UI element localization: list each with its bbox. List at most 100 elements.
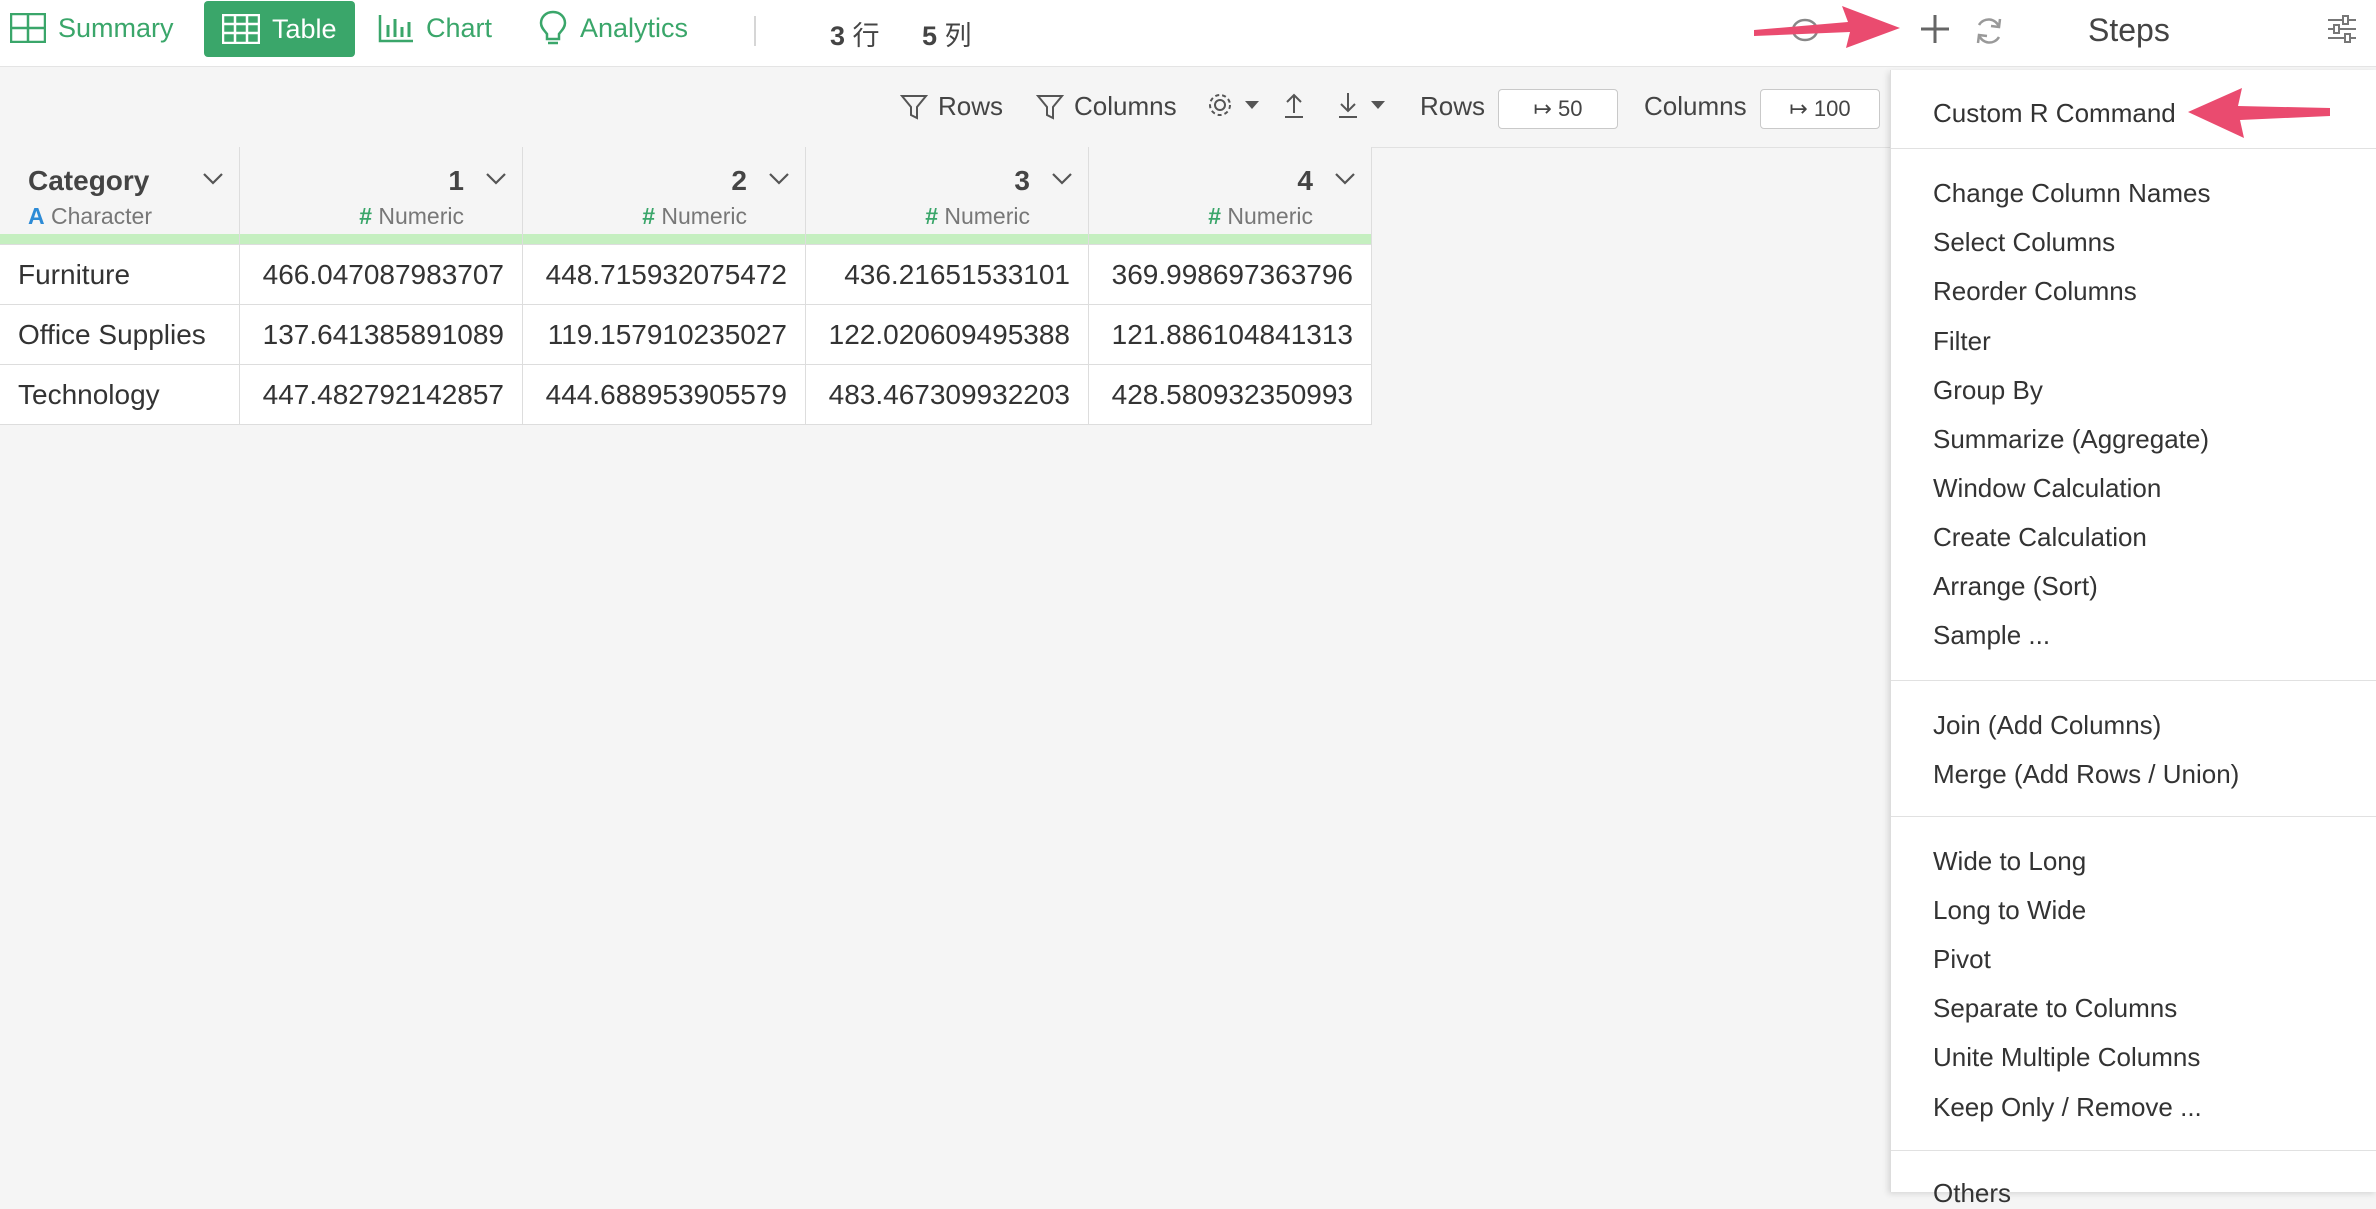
upload-icon <box>1285 93 1303 118</box>
menu-item-summarize[interactable]: Summarize (Aggregate) <box>1933 424 2209 455</box>
table-cell[interactable]: 369.998697363796 <box>1089 245 1372 305</box>
columns-filter-button[interactable]: Columns <box>1036 91 1177 122</box>
bar-chart-icon <box>378 13 414 43</box>
tab-table[interactable]: Table <box>204 1 355 57</box>
menu-item-pivot[interactable]: Pivot <box>1933 944 1991 975</box>
table-cell[interactable]: 483.467309932203 <box>806 365 1089 425</box>
gear-menu-button[interactable] <box>1206 91 1270 119</box>
settings-sliders-icon[interactable] <box>2326 14 2358 49</box>
download-button[interactable] <box>1336 91 1396 119</box>
add-step-menu: Custom R Command Change Column Names Sel… <box>1890 70 2376 1208</box>
menu-item-filter[interactable]: Filter <box>1933 326 1991 357</box>
table-cell[interactable]: 137.641385891089 <box>240 305 523 365</box>
tab-analytics-label: Analytics <box>580 12 689 43</box>
table-cell[interactable]: 466.047087983707 <box>240 245 523 305</box>
caret-down-icon <box>1371 101 1385 109</box>
caret-down-icon <box>1245 101 1259 109</box>
menu-item-arrange[interactable]: Arrange (Sort) <box>1933 571 2098 602</box>
numeric-type-icon: # <box>359 203 372 229</box>
add-step-icon[interactable] <box>1918 12 1952 51</box>
menu-item-wide-to-long[interactable]: Wide to Long <box>1933 846 2086 877</box>
table-toolbar: Rows Columns Rows ↦ 50 Columns ↦ 100 <box>0 67 1890 148</box>
table-cell[interactable]: 122.020609495388 <box>806 305 1089 365</box>
menu-item-long-to-wide[interactable]: Long to Wide <box>1933 895 2086 926</box>
table-cell[interactable]: 436.21651533101 <box>806 245 1089 305</box>
tab-summary-label: Summary <box>58 12 174 43</box>
chevron-down-icon[interactable] <box>767 171 791 192</box>
annotation-arrow-icon <box>2188 84 2330 149</box>
annotation-arrow-icon <box>1754 2 1904 69</box>
menu-item-select-columns[interactable]: Select Columns <box>1933 227 2115 258</box>
column-header-category[interactable]: Category A Character <box>0 147 240 245</box>
character-type-icon: A <box>28 203 45 229</box>
menu-item-separate-to-columns[interactable]: Separate to Columns <box>1933 993 2177 1024</box>
numeric-type-icon: # <box>642 203 655 229</box>
table-cell[interactable]: 444.688953905579 <box>523 365 806 425</box>
menu-divider <box>1891 1150 2376 1151</box>
menu-item-window-calculation[interactable]: Window Calculation <box>1933 473 2161 504</box>
chevron-down-icon[interactable] <box>1050 171 1074 192</box>
quality-bar <box>523 234 805 244</box>
column-type: Numeric <box>378 203 464 229</box>
rows-filter-button[interactable]: Rows <box>900 91 1003 122</box>
column-count-value: 5 <box>922 21 938 51</box>
tab-chart[interactable]: Chart <box>378 0 492 56</box>
steps-title: Steps <box>2088 12 2170 48</box>
chevron-down-icon[interactable] <box>1333 171 1357 192</box>
numeric-type-icon: # <box>1208 203 1221 229</box>
menu-item-unite-multiple-columns[interactable]: Unite Multiple Columns <box>1933 1042 2200 1073</box>
menu-item-reorder-columns[interactable]: Reorder Columns <box>1933 276 2137 307</box>
column-header-1[interactable]: 1 # Numeric <box>240 147 523 245</box>
quality-bar <box>0 234 239 244</box>
column-count: 5 列 <box>922 14 976 53</box>
columns-limit-label: Columns <box>1644 91 1747 121</box>
table-cell[interactable]: Furniture <box>0 245 240 305</box>
menu-divider <box>1891 680 2376 681</box>
tab-summary[interactable]: Summary <box>10 0 174 56</box>
rows-limit-input[interactable]: ↦ 50 <box>1498 89 1618 129</box>
menu-item-others[interactable]: Others <box>1933 1178 2011 1209</box>
table-cell[interactable]: 428.580932350993 <box>1089 365 1372 425</box>
chevron-down-icon[interactable] <box>201 171 225 192</box>
columns-limit-input[interactable]: ↦ 100 <box>1760 89 1880 129</box>
table-cell[interactable]: 119.157910235027 <box>523 305 806 365</box>
column-type: Numeric <box>1227 203 1313 229</box>
table-cell[interactable]: 448.715932075472 <box>523 245 806 305</box>
upload-button[interactable] <box>1282 91 1316 119</box>
funnel-icon <box>900 94 928 120</box>
column-name: 3 <box>1014 165 1030 196</box>
column-header-3[interactable]: 3 # Numeric <box>806 147 1089 245</box>
menu-item-group-by[interactable]: Group By <box>1933 375 2043 406</box>
table-cell[interactable]: Technology <box>0 365 240 425</box>
grid-icon <box>10 13 46 43</box>
lightbulb-icon <box>538 10 568 46</box>
tab-chart-label: Chart <box>426 12 493 43</box>
column-header-4[interactable]: 4 # Numeric <box>1089 147 1372 245</box>
refresh-icon[interactable] <box>1972 14 2006 53</box>
row-count-value: 3 <box>830 21 846 51</box>
menu-item-join[interactable]: Join (Add Columns) <box>1933 710 2161 741</box>
tab-analytics[interactable]: Analytics <box>538 0 688 56</box>
menu-item-create-calculation[interactable]: Create Calculation <box>1933 522 2147 553</box>
funnel-icon <box>1036 94 1064 120</box>
download-icon <box>1339 93 1357 118</box>
menu-item-merge[interactable]: Merge (Add Rows / Union) <box>1933 759 2239 790</box>
table-cell[interactable]: 447.482792142857 <box>240 365 523 425</box>
columns-filter-label: Columns <box>1074 91 1177 121</box>
column-name: Category <box>28 165 150 196</box>
numeric-type-icon: # <box>925 203 938 229</box>
chevron-down-icon[interactable] <box>484 171 508 192</box>
menu-item-change-column-names[interactable]: Change Column Names <box>1933 178 2210 209</box>
menu-item-custom-r-command[interactable]: Custom R Command <box>1933 98 2176 129</box>
quality-bar <box>240 234 522 244</box>
rows-limit-label: Rows <box>1420 91 1486 121</box>
top-bar: Summary Table Chart Analytics 3 行 5 列 St… <box>0 0 2376 67</box>
table-cell[interactable]: Office Supplies <box>0 305 240 365</box>
table-cell[interactable]: 121.886104841313 <box>1089 305 1372 365</box>
table-icon <box>222 14 260 44</box>
menu-item-keep-only-remove[interactable]: Keep Only / Remove ... <box>1933 1092 2202 1123</box>
column-count-unit: 列 <box>944 21 972 51</box>
menu-item-sample[interactable]: Sample ... <box>1933 620 2050 651</box>
row-count: 3 行 <box>830 14 884 53</box>
column-header-2[interactable]: 2 # Numeric <box>523 147 806 245</box>
